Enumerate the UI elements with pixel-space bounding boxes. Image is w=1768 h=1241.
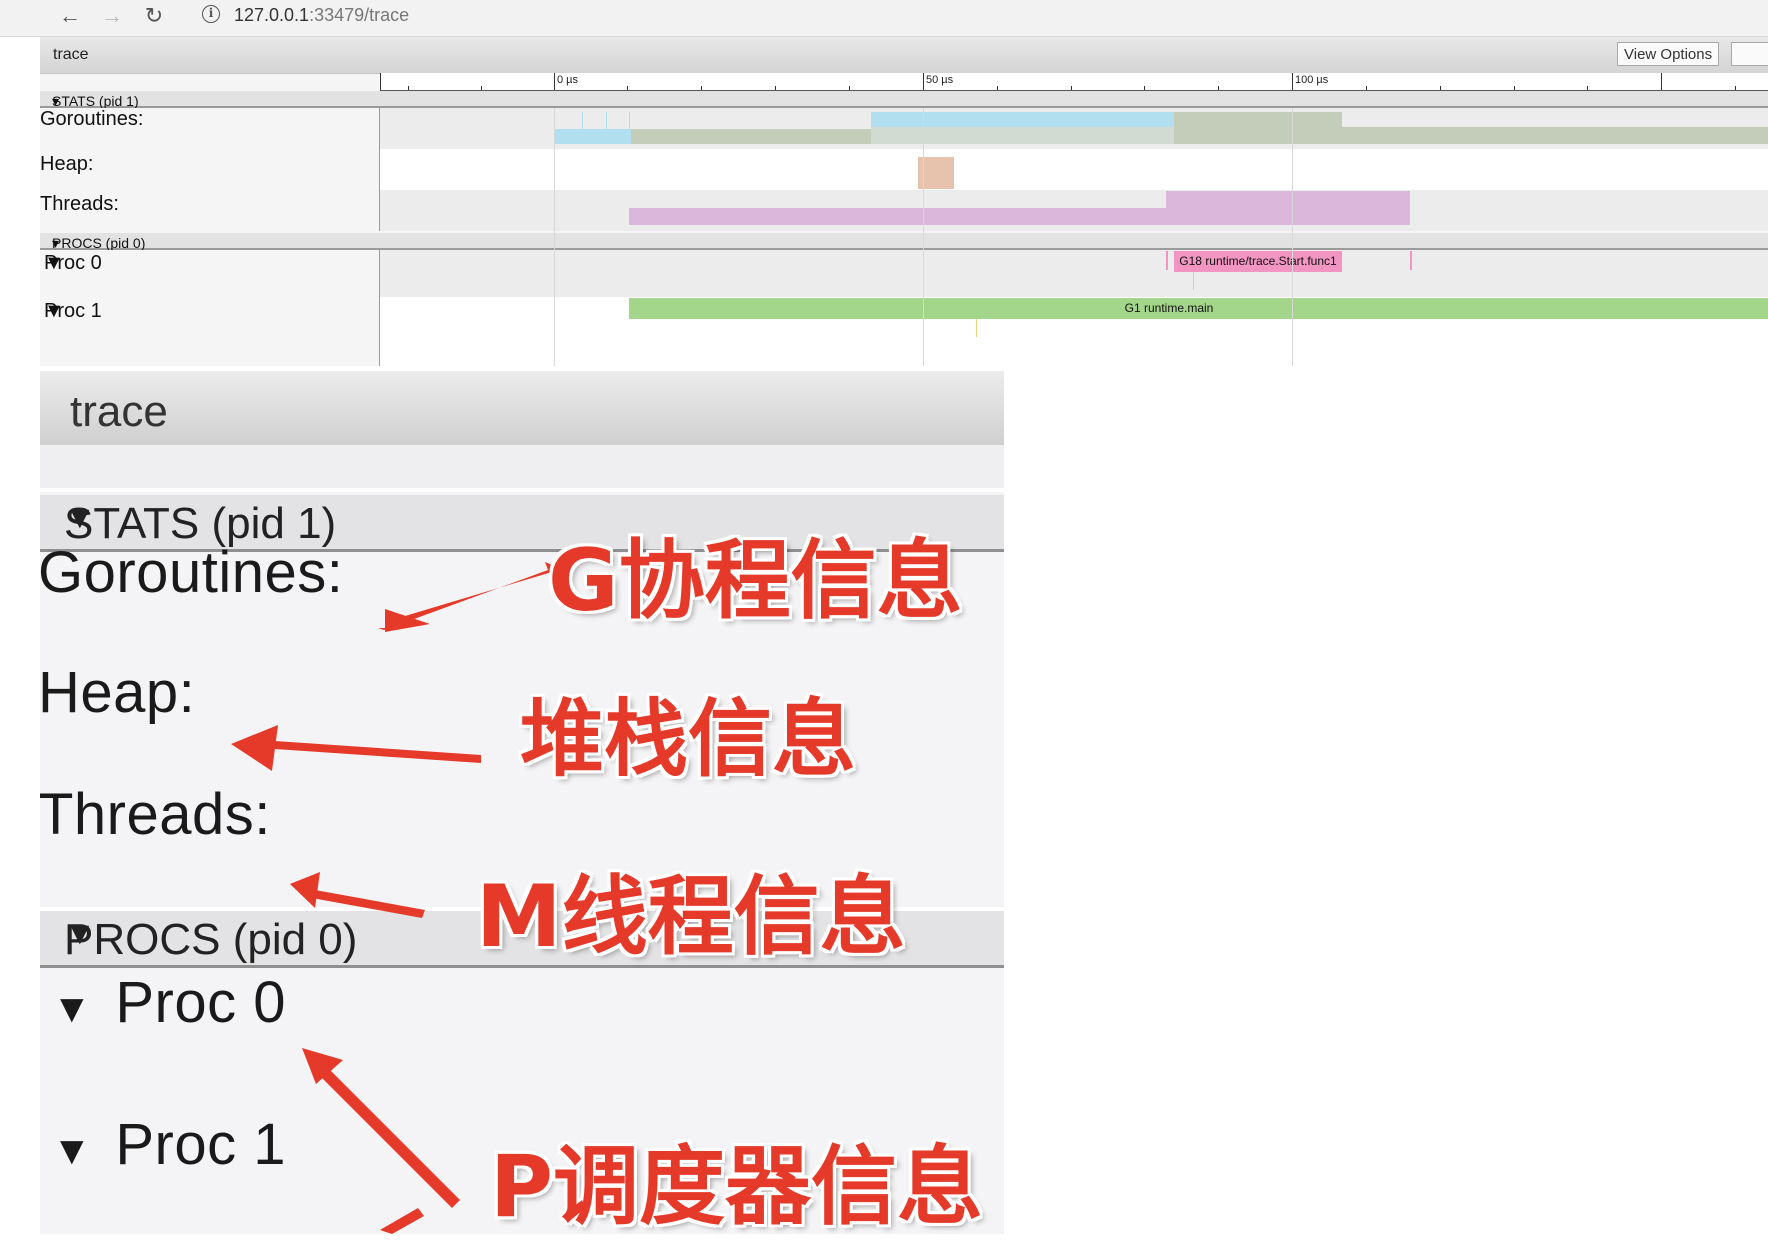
arrow-heap xyxy=(275,741,481,763)
arrow-heap-head xyxy=(231,725,278,771)
arrow-proc1 xyxy=(380,1208,424,1234)
arrow-threads-head xyxy=(290,872,320,908)
arrow-proc0 xyxy=(322,1070,460,1208)
callout-threads: M线程信息 xyxy=(476,867,906,967)
callout-heap: 堆栈信息 xyxy=(520,690,857,788)
callout-procs: P调度器信息 xyxy=(490,1137,984,1237)
callout-goroutines: G协程信息 xyxy=(548,531,963,631)
arrow-threads xyxy=(312,890,425,918)
